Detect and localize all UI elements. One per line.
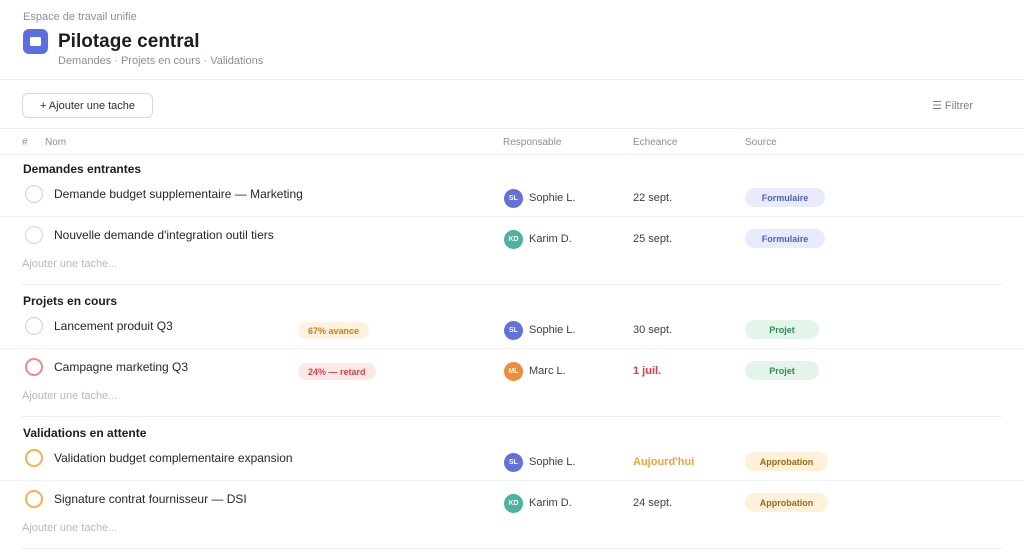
- section-title-demandes[interactable]: Demandes entrantes: [23, 162, 141, 176]
- table-row[interactable]: Nouvelle demande d'integration outil tie…: [0, 217, 1024, 258]
- source-badge: Approbation: [745, 493, 828, 512]
- progress-badge: 24% — retard: [298, 363, 376, 380]
- column-name[interactable]: Nom: [45, 137, 66, 148]
- task-checkbox[interactable]: [25, 226, 43, 244]
- task-checkbox[interactable]: [25, 185, 43, 203]
- avatar: SL: [504, 321, 523, 340]
- task-name[interactable]: Lancement produit Q3: [54, 319, 173, 333]
- avatar: SL: [504, 453, 523, 472]
- task-name[interactable]: Validation budget complementaire expansi…: [54, 451, 293, 465]
- task-checkbox[interactable]: [25, 449, 43, 467]
- page-header: Espace de travail unifie Pilotage centra…: [0, 0, 1024, 80]
- add-task-button[interactable]: + Ajouter une tache: [22, 93, 153, 118]
- avatar: KD: [504, 494, 523, 513]
- add-task-inline[interactable]: Ajouter une tache...: [22, 390, 117, 402]
- table-row[interactable]: Demande budget supplementaire — Marketin…: [0, 176, 1024, 217]
- toolbar: + Ajouter une tache ☰ Filtrer: [0, 80, 1024, 129]
- task-name[interactable]: Campagne marketing Q3: [54, 360, 188, 374]
- assignee-name[interactable]: Sophie L.: [529, 324, 575, 336]
- project-icon: [23, 29, 48, 54]
- due-date[interactable]: Aujourd'hui: [633, 456, 694, 468]
- table-row[interactable]: Lancement produit Q3 67% avance SL Sophi…: [0, 308, 1024, 349]
- section-title-validations[interactable]: Validations en attente: [23, 426, 146, 440]
- column-assignee[interactable]: Responsable: [503, 137, 561, 148]
- column-hash: #: [22, 137, 28, 148]
- column-header: # Nom Responsable Echeance Source: [0, 129, 1024, 155]
- avatar: KD: [504, 230, 523, 249]
- breadcrumb: Demandes · Projets en cours · Validation…: [58, 55, 264, 67]
- assignee-name[interactable]: Sophie L.: [529, 192, 575, 204]
- assignee-name[interactable]: Marc L.: [529, 365, 566, 377]
- source-badge: Formulaire: [745, 229, 825, 248]
- workspace-label: Espace de travail unifie: [23, 11, 137, 23]
- page-title: Pilotage central: [58, 31, 200, 52]
- task-name[interactable]: Signature contrat fournisseur — DSI: [54, 492, 247, 506]
- filter-button[interactable]: ☰ Filtrer: [932, 99, 973, 112]
- assignee-name[interactable]: Karim D.: [529, 497, 572, 509]
- progress-badge: 67% avance: [298, 322, 370, 339]
- source-badge: Approbation: [745, 452, 828, 471]
- section-divider: [22, 416, 1002, 417]
- task-checkbox[interactable]: [25, 358, 43, 376]
- section-divider: [22, 284, 1002, 285]
- avatar: SL: [504, 189, 523, 208]
- table-row[interactable]: Campagne marketing Q3 24% — retard ML Ma…: [0, 349, 1024, 390]
- section-title-projets[interactable]: Projets en cours: [23, 294, 117, 308]
- avatar: ML: [504, 362, 523, 381]
- table-row[interactable]: Validation budget complementaire expansi…: [0, 440, 1024, 481]
- due-date[interactable]: 1 juil.: [633, 365, 661, 377]
- due-date[interactable]: 22 sept.: [633, 192, 672, 204]
- column-source[interactable]: Source: [745, 137, 777, 148]
- assignee-name[interactable]: Karim D.: [529, 233, 572, 245]
- task-name[interactable]: Nouvelle demande d'integration outil tie…: [54, 228, 274, 242]
- due-date[interactable]: 30 sept.: [633, 324, 672, 336]
- source-badge: Projet: [745, 361, 819, 380]
- due-date[interactable]: 25 sept.: [633, 233, 672, 245]
- due-date[interactable]: 24 sept.: [633, 497, 672, 509]
- task-checkbox[interactable]: [25, 317, 43, 335]
- column-due[interactable]: Echeance: [633, 137, 677, 148]
- assignee-name[interactable]: Sophie L.: [529, 456, 575, 468]
- add-task-inline[interactable]: Ajouter une tache...: [22, 258, 117, 270]
- task-name[interactable]: Demande budget supplementaire — Marketin…: [54, 187, 303, 201]
- source-badge: Formulaire: [745, 188, 825, 207]
- source-badge: Projet: [745, 320, 819, 339]
- task-checkbox[interactable]: [25, 490, 43, 508]
- add-task-inline[interactable]: Ajouter une tache...: [22, 522, 117, 534]
- table-row[interactable]: Signature contrat fournisseur — DSI KD K…: [0, 481, 1024, 522]
- section-divider: [22, 548, 1002, 549]
